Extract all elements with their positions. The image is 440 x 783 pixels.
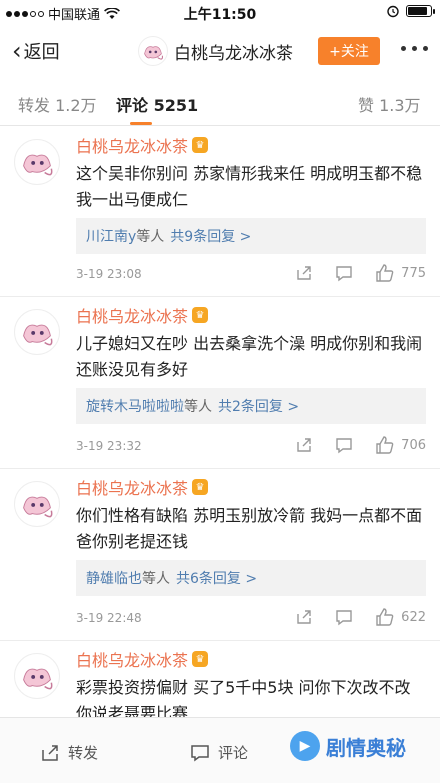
repost-button[interactable]: 转发 (40, 742, 98, 763)
repost-icon (42, 744, 58, 761)
alarm-icon (387, 5, 399, 18)
more-icon[interactable] (401, 46, 428, 51)
reply-icon[interactable] (335, 608, 353, 626)
author-name: 白桃乌龙冰冰茶 (76, 137, 189, 156)
nav-bar: ‹ 返回 白桃乌龙冰冰茶 +关注 (0, 24, 440, 76)
comment-label: 评论 (218, 744, 249, 762)
like-button[interactable]: 622 (375, 607, 426, 627)
comment-author[interactable]: 白桃乌龙冰冰茶 ♛ (76, 647, 209, 671)
reply-mid: 等人 (184, 399, 212, 415)
reply-users: 川江南y (86, 229, 137, 245)
reply-mid: 等人 (136, 229, 165, 245)
comment-item: 白桃乌龙冰冰茶 ♛ 彩票投资捞偏财 买了5千中5块 问你下次改不改 你说老聂要比… (0, 641, 440, 717)
watermark-text: 剧情奥秘 (326, 735, 406, 760)
comment-time: 3-19 23:08 (76, 267, 142, 281)
avatar[interactable] (138, 36, 168, 66)
crown-badge-icon: ♛ (192, 307, 209, 323)
follow-button[interactable]: +关注 (318, 37, 380, 65)
comment-author[interactable]: 白桃乌龙冰冰茶 ♛ (76, 133, 209, 157)
active-tab-indicator (130, 122, 152, 125)
comment-time: 3-19 22:48 (76, 611, 142, 625)
comment-item: 白桃乌龙冰冰茶 ♛ 儿子媳妇又在吵 出去桑拿洗个澡 明成你别和我闹 还账没见有多… (0, 297, 440, 469)
thumbs-up-icon (376, 264, 394, 282)
comment-text: 彩票投资捞偏财 买了5千中5块 问你下次改不改 你说老聂要比赛 (76, 678, 411, 717)
reply-users: 静雄临也 (86, 571, 142, 587)
crown-badge-icon: ♛ (192, 479, 209, 495)
watermark: ▶ 剧情奥秘 (290, 731, 406, 761)
share-icon[interactable] (295, 608, 313, 626)
share-icon[interactable] (295, 264, 313, 282)
comment-time: 3-19 23:32 (76, 439, 142, 453)
reply-count: 共2条回复 > (218, 399, 300, 415)
avatar[interactable] (14, 139, 60, 185)
reply-icon[interactable] (335, 436, 353, 454)
comment-text: 儿子媳妇又在吵 出去桑拿洗个澡 明成你别和我闹 还账没见有多好 (76, 334, 423, 379)
back-label: 返回 (23, 42, 60, 63)
repost-label: 转发 (68, 744, 99, 762)
avatar[interactable] (14, 481, 60, 527)
comment-button[interactable]: 评论 (190, 742, 248, 763)
tab-comments[interactable]: 评论 5251 (116, 92, 198, 116)
reply-icon[interactable] (335, 264, 353, 282)
comment-author[interactable]: 白桃乌龙冰冰茶 ♛ (76, 303, 209, 327)
comment-item: 白桃乌龙冰冰茶 ♛ 你们性格有缺陷 苏明玉别放冷箭 我妈一点都不面 爸你别老提还… (0, 469, 440, 641)
page-title: 白桃乌龙冰冰茶 (174, 43, 293, 64)
watermark-logo-icon: ▶ (290, 731, 320, 761)
reply-users: 旋转木马啦啦啦 (86, 399, 184, 415)
comment-author[interactable]: 白桃乌龙冰冰茶 ♛ (76, 475, 209, 499)
comment-text: 这个吴非你别问 苏家情形我来任 明成明玉都不稳 我一出马便成仁 (76, 164, 423, 209)
reply-summary[interactable]: 旋转木马啦啦啦 等人 共2条回复 > (76, 388, 426, 424)
tab-bar: 转发 1.2万 评论 5251 赞 1.3万 (0, 76, 440, 126)
like-count: 622 (401, 609, 426, 625)
like-count: 706 (401, 437, 426, 453)
crown-badge-icon: ♛ (192, 137, 209, 153)
thumbs-up-icon (376, 608, 394, 626)
author-name: 白桃乌龙冰冰茶 (76, 651, 189, 670)
comment-text: 你们性格有缺陷 苏明玉别放冷箭 我妈一点都不面 爸你别老提还钱 (76, 506, 423, 551)
author-name: 白桃乌龙冰冰茶 (76, 307, 189, 326)
like-button[interactable]: 775 (375, 263, 426, 283)
chevron-left-icon: ‹ (12, 37, 22, 65)
tab-reposts[interactable]: 转发 1.2万 (18, 92, 97, 116)
like-button[interactable]: 706 (375, 435, 426, 455)
tab-likes[interactable]: 赞 1.3万 (358, 92, 421, 116)
share-icon[interactable] (295, 436, 313, 454)
crown-badge-icon: ♛ (192, 651, 209, 667)
back-button[interactable]: ‹ 返回 (12, 38, 60, 64)
comment-icon (191, 744, 209, 761)
thumbs-up-icon (376, 436, 394, 454)
avatar[interactable] (14, 309, 60, 355)
author-name: 白桃乌龙冰冰茶 (76, 479, 189, 498)
reply-count: 共6条回复 > (176, 571, 258, 587)
status-bar: 中国联通 上午11:50 (0, 0, 440, 24)
reply-summary[interactable]: 静雄临也 等人 共6条回复 > (76, 560, 426, 596)
reply-mid: 等人 (142, 571, 170, 587)
comment-list: 白桃乌龙冰冰茶 ♛ 这个吴非你别问 苏家情形我来任 明成明玉都不稳 我一出马便成… (0, 127, 440, 717)
clock: 上午11:50 (183, 7, 257, 23)
reply-count: 共9条回复 > (170, 229, 252, 245)
avatar[interactable] (14, 653, 60, 699)
comment-item: 白桃乌龙冰冰茶 ♛ 这个吴非你别问 苏家情形我来任 明成明玉都不稳 我一出马便成… (0, 127, 440, 297)
battery-icon (406, 5, 435, 17)
like-count: 775 (401, 265, 426, 281)
reply-summary[interactable]: 川江南y 等人 共9条回复 > (76, 218, 426, 254)
